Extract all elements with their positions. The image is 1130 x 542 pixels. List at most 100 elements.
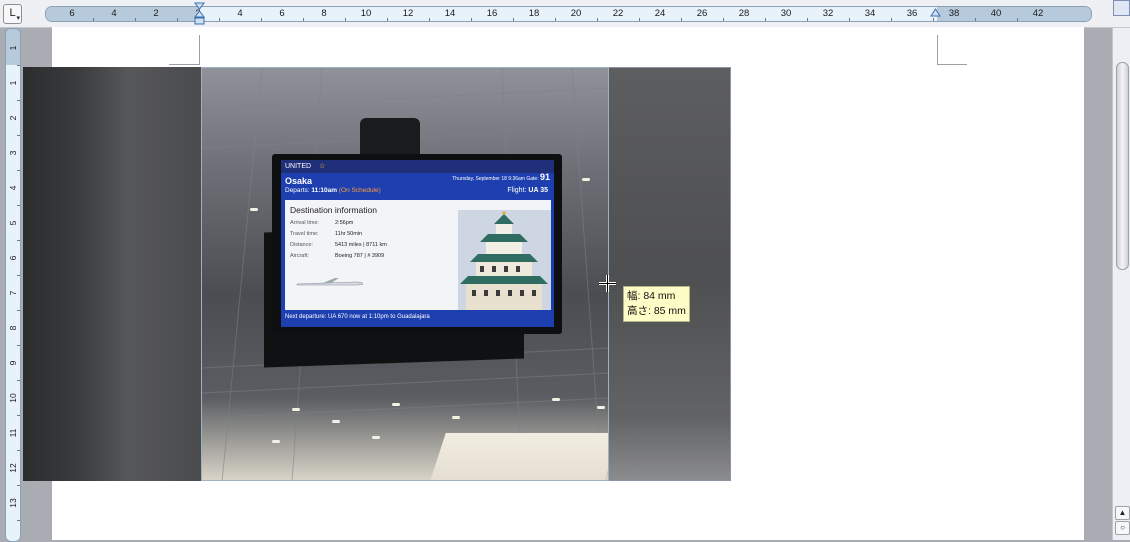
departs-time: 11:10am (311, 187, 338, 194)
departs-label: Departs: (285, 187, 310, 194)
ruler-tick (303, 18, 304, 21)
ruler-tick (17, 134, 20, 136)
ruler-tick (17, 169, 20, 171)
ruler-tick (429, 18, 430, 21)
ruler-number: 7 (8, 290, 18, 296)
ruler-number: 20 (570, 8, 582, 19)
ruler-number: 12 (8, 463, 18, 473)
view-toggle-button[interactable] (1113, 0, 1130, 16)
ruler-number: 6 (69, 8, 75, 19)
ruler-number: 32 (822, 8, 834, 19)
info-label: Aircraft: (290, 253, 309, 259)
ruler-tick (1017, 18, 1018, 21)
cropped-out-right-area[interactable] (609, 67, 731, 481)
ruler-number: 26 (696, 8, 708, 19)
ruler-number: 4 (8, 185, 18, 191)
horizontal-ruler-bar: L ▾ 642246810121416182022242628303234363… (0, 0, 1130, 28)
tab-selector-glyph: L (9, 7, 16, 19)
ruler-tick (17, 99, 20, 101)
ruler-tick (513, 18, 514, 21)
ruler-number: 2 (8, 115, 18, 121)
destination-city: Osaka (285, 176, 313, 186)
info-row: Distance: 5413 miles | 8711 km (290, 242, 387, 248)
ruler-number: 3 (8, 150, 18, 156)
ruler-tick (471, 18, 472, 21)
flight-line: Flight: UA 35 (507, 187, 548, 194)
ruler-tick (17, 274, 20, 276)
info-label: Arrival time: (290, 220, 320, 226)
browse-object-button[interactable]: ○ (1115, 521, 1130, 535)
ruler-number: 1 (8, 45, 18, 51)
ruler-number: 16 (486, 8, 498, 19)
scrollbar-thumb[interactable] (1116, 62, 1129, 270)
ruler-number: 14 (444, 8, 456, 19)
ruler-tick (17, 379, 20, 381)
info-value: 5413 miles | 8711 km (335, 242, 387, 248)
airline-name: UNITED (285, 163, 312, 170)
illuminated-fixture (426, 433, 608, 480)
tab-stop-selector[interactable]: L ▾ (3, 4, 22, 24)
ruler-tick (387, 18, 388, 21)
ruler-tick (345, 18, 346, 21)
ruler-tick (93, 18, 94, 21)
ruler-number: 30 (780, 8, 792, 19)
gate-number: 91 (539, 172, 550, 182)
ruler-number: 18 (528, 8, 540, 19)
ruler-tick (17, 484, 20, 486)
ruler-tick (17, 519, 20, 521)
ruler-tick (765, 18, 766, 21)
previous-page-button[interactable]: ▲ (1115, 506, 1130, 520)
ruler-number: 6 (8, 255, 18, 261)
airport-photo[interactable]: UNITED ☆ Thursday, September 18 9:36am G… (201, 67, 609, 481)
crosshair-cursor-icon (599, 275, 616, 292)
ruler-number: 10 (360, 8, 372, 19)
ruler-tick (639, 18, 640, 21)
gate-label: Gate: (526, 176, 539, 182)
ruler-tick (17, 64, 20, 66)
ruler-number: 13 (8, 498, 18, 508)
resize-size-tooltip: 幅: 84 mm 高さ: 85 mm (623, 286, 690, 322)
info-row: Travel time: 11hr 50min (290, 231, 362, 237)
ruler-right-margin (937, 7, 1091, 21)
date-text: Thursday, September 18 9:36am (452, 176, 525, 182)
ruler-number: 40 (990, 8, 1002, 19)
ruler-number: 6 (279, 8, 285, 19)
info-row: Arrival time: 2:56pm (290, 220, 353, 226)
ruler-number: 5 (8, 220, 18, 226)
ruler-number: 42 (1032, 8, 1044, 19)
info-value: 11hr 50min (335, 231, 363, 237)
ruler-tick (17, 449, 20, 451)
ruler-tick (177, 18, 178, 21)
ruler-number: 9 (8, 360, 18, 366)
indent-marker-icon[interactable] (194, 2, 205, 26)
info-value: 2:56pm (335, 220, 354, 226)
ruler-tick (555, 18, 556, 21)
ruler-number: 28 (738, 8, 750, 19)
ruler-tick (891, 18, 892, 21)
ruler-tick (17, 309, 20, 311)
vertical-scrollbar[interactable]: ▲ ○ (1112, 28, 1130, 540)
ruler-tick (17, 344, 20, 346)
ruler-tick (135, 18, 136, 21)
cropped-out-left-area (23, 67, 201, 481)
chevron-down-icon: ▾ (16, 15, 20, 22)
ruler-tick (261, 18, 262, 21)
ruler-number: 34 (864, 8, 876, 19)
info-label: Travel time: (290, 231, 319, 237)
screen-date: Thursday, September 18 9:36am Gate: 91 (452, 172, 550, 182)
ruler-tick (219, 18, 220, 21)
ruler-number: 38 (948, 8, 960, 19)
tooltip-width: 幅: 84 mm (627, 290, 676, 302)
info-row: Aircraft: Boeing 787 | # 3909 (290, 253, 384, 259)
flight-number: UA 35 (528, 187, 548, 194)
star-icon: ☆ (319, 163, 326, 170)
ruler-tick (723, 18, 724, 21)
vertical-ruler[interactable]: 1 1 2 3 4 5 6 7 8 9 10 11 12 13 (5, 28, 21, 542)
ruler-number: 4 (111, 8, 117, 19)
next-departure-text: Next departure: UA 670 now at 1:10pm to … (285, 314, 430, 320)
info-value: Boeing 787 | # 3909 (335, 253, 385, 259)
ruler-number: 1 (8, 80, 18, 86)
ruler-tick (975, 18, 976, 21)
corner-crop-mark (199, 35, 200, 65)
right-indent-marker-icon[interactable] (930, 8, 941, 20)
